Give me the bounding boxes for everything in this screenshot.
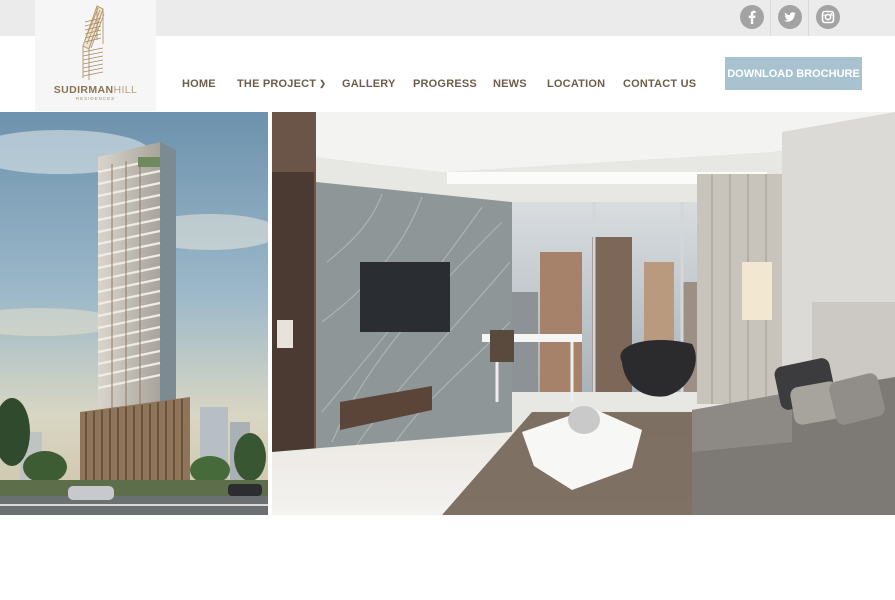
brand-name-bold: SUDIRMAN [53,84,114,96]
interior-render-image [272,112,895,515]
nav-the-project[interactable]: THE PROJECT ❯ [237,78,326,90]
chevron-down-icon: ❯ [319,79,327,88]
tower-render-image [0,112,268,515]
brand-subtitle: RESIDENCES [75,96,116,101]
facebook-icon[interactable] [740,5,764,29]
divider [808,0,809,36]
brand-name-light: HILL [113,84,138,96]
building-logo-icon [82,5,105,80]
nav-location[interactable]: LOCATION [547,78,605,90]
download-brochure-button[interactable]: DOWNLOAD BROCHURE [725,57,862,90]
nav-progress[interactable]: PROGRESS [413,78,477,90]
twitter-icon[interactable] [778,5,802,29]
logo[interactable]: SUDIRMANHILL RESIDENCES [35,0,156,111]
nav-news[interactable]: NEWS [493,78,527,90]
nav-home[interactable]: HOME [182,78,216,90]
brand-name: SUDIRMANHILL [35,84,156,96]
divider [770,0,771,36]
nav-gallery[interactable]: GALLERY [342,78,396,90]
nav-the-project-label: THE PROJECT [237,78,317,90]
nav-contact-us[interactable]: CONTACT US [623,78,696,90]
instagram-icon[interactable] [816,5,840,29]
